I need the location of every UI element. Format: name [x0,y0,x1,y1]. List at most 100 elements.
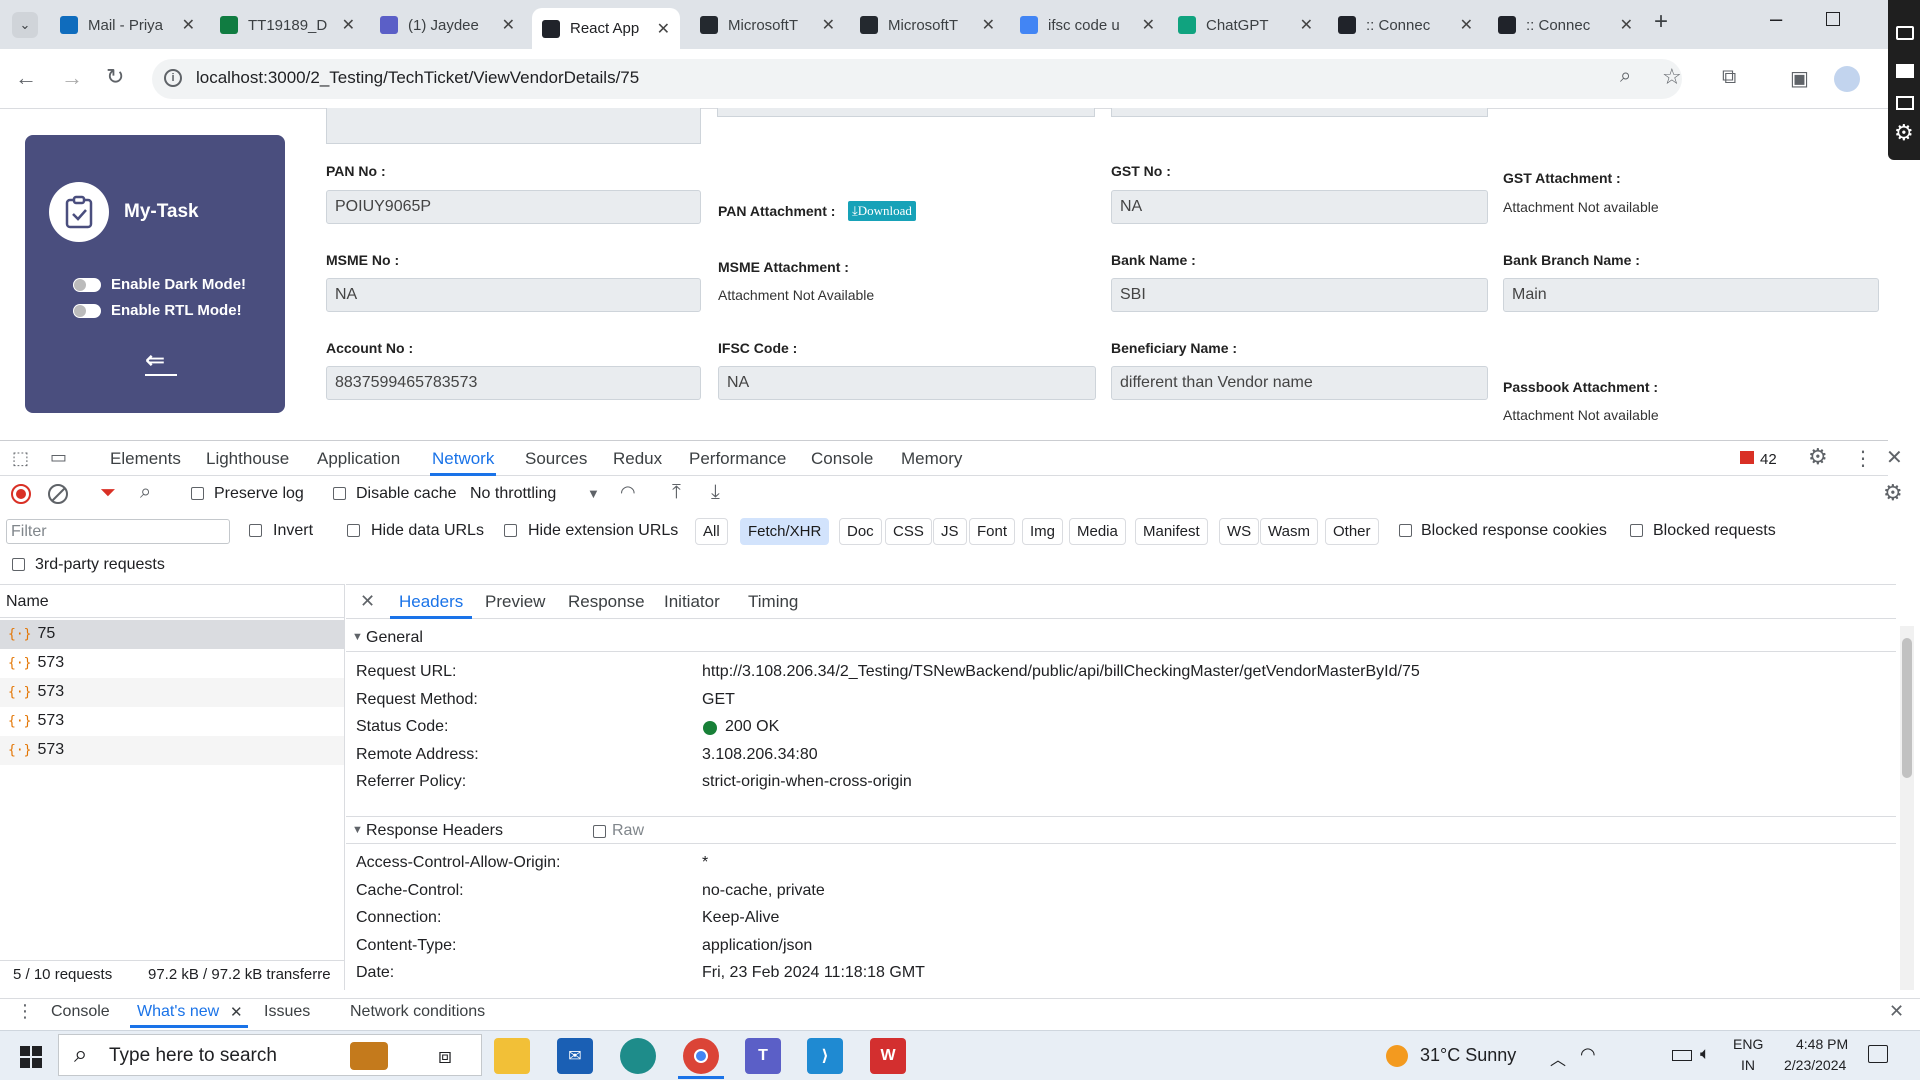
type-filter-css[interactable]: CSS [885,518,932,545]
close-details-icon[interactable]: ✕ [360,591,375,612]
close-tab-icon[interactable]: ✕ [982,15,995,35]
account-no-field[interactable]: 8837599465783573 [326,366,701,400]
camera-icon[interactable] [1896,26,1914,40]
weather-text[interactable]: 31°C Sunny [1420,1045,1516,1066]
site-info-icon[interactable]: i [164,69,182,87]
detail-tab-headers[interactable]: Headers [399,592,463,612]
clock-time[interactable]: 4:48 PM [1796,1036,1848,1052]
close-devtools-icon[interactable]: ✕ [1886,445,1903,470]
request-row[interactable]: {·} 573 [0,707,344,736]
tray-overflow-icon[interactable]: ︿ [1550,1046,1566,1070]
reload-icon[interactable]: ↻ [106,64,124,90]
hide-extension-urls-checkbox[interactable] [504,524,517,537]
ifsc-field[interactable]: NA [718,366,1096,400]
devtools-tab-memory[interactable]: Memory [901,449,962,469]
address-textarea[interactable] [326,108,701,144]
briefcase-icon[interactable] [350,1042,388,1070]
filter-input[interactable]: Filter [6,519,230,544]
request-row[interactable]: {·} 573 [0,736,344,765]
msme-field[interactable]: NA [326,278,701,312]
throttling-select[interactable]: No throttling [470,485,556,503]
browser-tab[interactable]: MicrosoftT ✕ [850,8,1005,42]
general-section-header[interactable]: ▼ General [346,626,1896,652]
preserve-log-checkbox[interactable] [191,487,204,500]
browser-tab[interactable]: React App ✕ [532,8,680,49]
volume-icon[interactable]: 🔈︎ [1700,1044,1710,1064]
more-options-icon[interactable]: ⋮ [1853,446,1873,471]
drawer-tab-what-s-new[interactable]: What's new [137,1003,219,1021]
raw-checkbox[interactable] [593,825,606,838]
tab-search-button[interactable]: ⌄ [12,12,38,38]
type-filter-doc[interactable]: Doc [839,518,882,545]
devtools-tab-elements[interactable]: Elements [110,449,181,469]
blocked-requests-checkbox[interactable] [1630,524,1643,537]
close-whats-new-icon[interactable]: ✕ [230,1003,243,1021]
type-filter-img[interactable]: Img [1022,518,1064,545]
edge-icon[interactable] [620,1038,656,1074]
scrollbar-thumb[interactable] [1902,638,1912,778]
browser-tab[interactable]: Mail - Priya ✕ [50,8,205,42]
minimize-button[interactable]: – [1770,6,1782,32]
region-code[interactable]: IN [1741,1057,1755,1073]
detail-tab-initiator[interactable]: Initiator [664,592,720,612]
beneficiary-field[interactable]: different than Vendor name [1111,366,1488,400]
devtools-tab-console[interactable]: Console [811,449,873,469]
task-view-icon[interactable]: ⧈ [438,1043,452,1069]
close-tab-icon[interactable]: ✕ [822,15,835,35]
restore-button[interactable] [1826,12,1840,26]
blocked-cookies-checkbox[interactable] [1399,524,1412,537]
weather-sun-icon[interactable] [1386,1045,1408,1067]
drawer-tab-network-conditions[interactable]: Network conditions [350,1003,485,1021]
import-har-icon[interactable]: ⤒ [672,481,681,504]
throttling-dropdown-icon[interactable]: ▼ [587,486,600,501]
devtools-tab-redux[interactable]: Redux [613,449,662,469]
profile-avatar[interactable] [1834,66,1860,92]
devtools-tab-performance[interactable]: Performance [689,449,786,469]
drawer-tab-console[interactable]: Console [51,1003,110,1021]
devtools-tab-application[interactable]: Application [317,449,400,469]
detail-tab-timing[interactable]: Timing [748,592,798,612]
type-filter-js[interactable]: JS [933,518,967,545]
close-tab-icon[interactable]: ✕ [342,15,355,35]
browser-tab[interactable]: MicrosoftT ✕ [690,8,845,42]
close-tab-icon[interactable]: ✕ [502,15,515,35]
detail-tab-response[interactable]: Response [568,592,645,612]
search-icon[interactable]: ⌕ [140,481,151,504]
drawer-tab-issues[interactable]: Issues [264,1003,310,1021]
details-scrollbar[interactable] [1900,626,1914,990]
type-filter-other[interactable]: Other [1325,518,1379,545]
close-tab-icon[interactable]: ✕ [1460,15,1473,35]
close-tab-icon[interactable]: ✕ [1142,15,1155,35]
drawer-menu-icon[interactable]: ⋮ [16,1001,34,1022]
bookmark-star-icon[interactable]: ☆ [1662,64,1682,90]
browser-tab[interactable]: :: Connec ✕ [1328,8,1483,42]
bank-name-field[interactable]: SBI [1111,278,1488,312]
response-headers-section[interactable]: ▼ Response Headers Raw [346,816,1896,844]
device-toolbar-icon[interactable]: ▭ [50,447,67,468]
language-code[interactable]: ENG [1733,1036,1763,1052]
close-tab-icon[interactable]: ✕ [1300,15,1313,35]
dark-mode-toggle[interactable] [73,278,101,292]
type-filter-all[interactable]: All [695,518,728,545]
browser-tab[interactable]: ChatGPT ✕ [1168,8,1323,42]
collapse-arrow-icon[interactable]: ⇐ [145,346,165,375]
close-tab-icon[interactable]: ✕ [657,19,670,39]
battery-icon[interactable] [1672,1050,1692,1061]
teams-icon[interactable]: T [745,1038,781,1074]
new-tab-button[interactable]: + [1654,8,1668,36]
record-icon[interactable] [11,484,31,504]
request-row[interactable]: {·} 75 [0,620,344,649]
chrome-icon[interactable] [683,1038,719,1074]
browser-tab[interactable]: TT19189_D ✕ [210,8,365,42]
type-filter-media[interactable]: Media [1069,518,1126,545]
rtl-mode-toggle[interactable] [73,304,101,318]
name-column-header[interactable]: Name [6,593,49,611]
browser-tab[interactable]: (1) Jaydee ✕ [370,8,525,42]
inspect-element-icon[interactable]: ⬚ [12,448,29,469]
invert-checkbox[interactable] [249,524,262,537]
issues-count[interactable]: 42 [1760,451,1777,468]
side-panel-icon[interactable]: ▣ [1790,66,1809,91]
type-filter-font[interactable]: Font [969,518,1016,545]
gst-field[interactable]: NA [1111,190,1488,224]
mail-icon[interactable]: ✉ [557,1038,593,1074]
